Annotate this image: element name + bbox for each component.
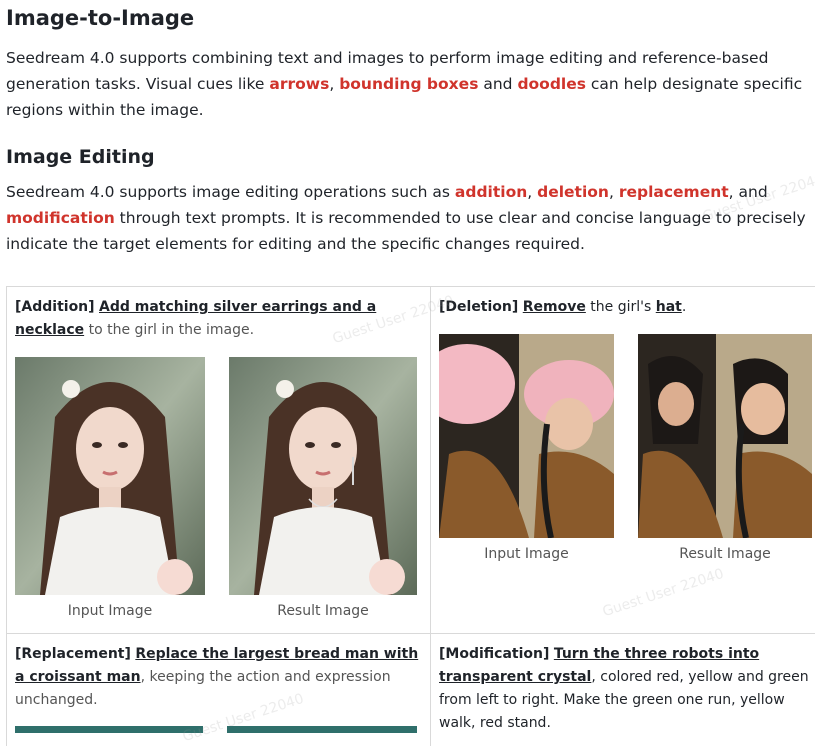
- intro-paragraph: Seedream 4.0 supports combining text and…: [6, 49, 803, 119]
- addition-input-image: [15, 357, 205, 595]
- addition-result-caption: Result Image: [277, 603, 369, 619]
- editing-paragraph: Seedream 4.0 supports image editing oper…: [6, 183, 806, 253]
- deletion-result-caption: Result Image: [679, 546, 771, 562]
- deletion-highlight: deletion: [537, 183, 609, 201]
- addition-highlight: addition: [454, 183, 528, 201]
- deletion-result-image: [638, 334, 812, 538]
- replacement-tag: [Replacement]: [15, 646, 131, 662]
- modification-description: [Modification] Turn the three robots int…: [439, 646, 809, 731]
- table-column-divider: [430, 286, 431, 746]
- deletion-input-image: [439, 334, 614, 538]
- deletion-link-hat[interactable]: hat: [656, 299, 682, 315]
- addition-tag: [Addition]: [15, 299, 95, 315]
- table-left-border: [6, 286, 7, 746]
- modification-highlight: modification: [6, 209, 115, 227]
- modification-tag: [Modification]: [439, 646, 550, 662]
- deletion-tag: [Deletion]: [439, 299, 519, 315]
- table-row-divider: [6, 633, 815, 634]
- page-title: Image-to-Image: [6, 6, 195, 30]
- replacement-description: [Replacement] Replace the largest bread …: [15, 646, 419, 708]
- deletion-description: [Deletion] Remove the girl's hat.: [439, 299, 687, 315]
- bounding-boxes-highlight: bounding boxes: [339, 75, 479, 93]
- addition-description: [Addition] Add matching silver earrings …: [15, 299, 377, 338]
- section-heading-image-editing: Image Editing: [6, 146, 155, 168]
- replacement-input-image: [15, 726, 203, 733]
- deletion-input-caption: Input Image: [484, 546, 569, 562]
- deletion-link-remove[interactable]: Remove: [523, 299, 586, 315]
- replacement-result-image: [227, 726, 417, 733]
- doodles-highlight: doodles: [517, 75, 586, 93]
- replacement-highlight: replacement: [618, 183, 729, 201]
- arrows-highlight: arrows: [269, 75, 330, 93]
- addition-result-image: [229, 357, 417, 595]
- addition-input-caption: Input Image: [67, 603, 153, 619]
